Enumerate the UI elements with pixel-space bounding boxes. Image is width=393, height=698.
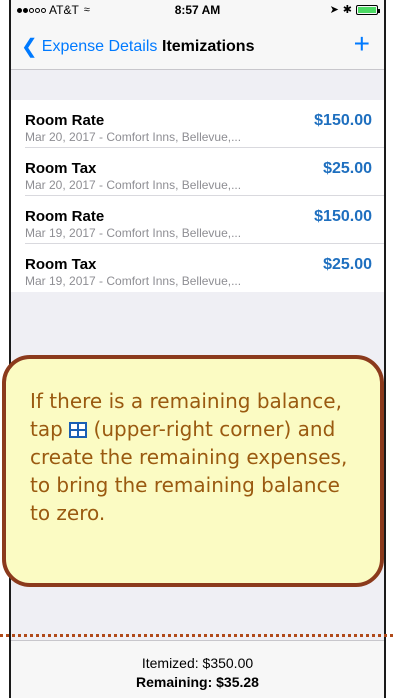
status-time: 8:57 AM [174,3,221,17]
item-amount: $150.00 [314,112,372,129]
list-item[interactable]: Room Rate Mar 20, 2017 - Comfort Inns, B… [25,100,384,148]
status-right: ➤ ✱ [329,3,380,16]
status-bar: AT&T ≈ 8:57 AM ➤ ✱ [11,0,384,20]
item-amount: $25.00 [323,160,372,177]
list-item[interactable]: Room Rate Mar 19, 2017 - Comfort Inns, B… [25,196,384,244]
add-grid-icon [69,422,88,438]
item-title: Room Rate [25,112,105,129]
navigation-bar: ❮ Expense Details Itemizations + [11,20,384,70]
instruction-callout: If there is a remaining balance, tap (up… [2,355,384,587]
location-icon: ➤ [329,4,339,16]
item-amount: $150.00 [314,208,372,225]
page-title: Itemizations [162,38,255,55]
item-subtitle: Mar 20, 2017 - Comfort Inns, Bellevue,..… [25,178,242,192]
item-title: Room Rate [25,208,105,225]
item-title: Room Tax [25,160,97,177]
bluetooth-icon: ✱ [342,4,352,16]
item-subtitle: Mar 20, 2017 - Comfort Inns, Bellevue,..… [25,130,242,144]
list-item[interactable]: Room Tax Mar 20, 2017 - Comfort Inns, Be… [25,148,384,196]
back-button[interactable]: ❮ Expense Details [21,36,158,58]
list-item[interactable]: Room Tax Mar 19, 2017 - Comfort Inns, Be… [25,244,384,292]
item-subtitle: Mar 19, 2017 - Comfort Inns, Bellevue,..… [25,274,242,288]
add-itemization-button[interactable]: + [354,30,370,58]
chevron-left-icon: ❮ [21,36,38,58]
item-amount: $25.00 [323,256,372,273]
item-title: Room Tax [25,256,97,273]
itemization-list: Room Rate Mar 20, 2017 - Comfort Inns, B… [11,100,384,292]
dotted-divider [0,634,393,637]
item-subtitle: Mar 19, 2017 - Comfort Inns, Bellevue,..… [25,226,242,240]
battery-icon [356,4,380,15]
itemized-total: Itemized: $350.00 [141,655,254,671]
phone-screen: AT&T ≈ 8:57 AM ➤ ✱ ❮ Expense Details Ite… [9,0,386,698]
remaining-balance: Remaining: $35.28 [136,674,259,690]
back-label: Expense Details [41,38,158,55]
totals-footer: Itemized: $350.00 Remaining: $35.28 [11,640,384,698]
